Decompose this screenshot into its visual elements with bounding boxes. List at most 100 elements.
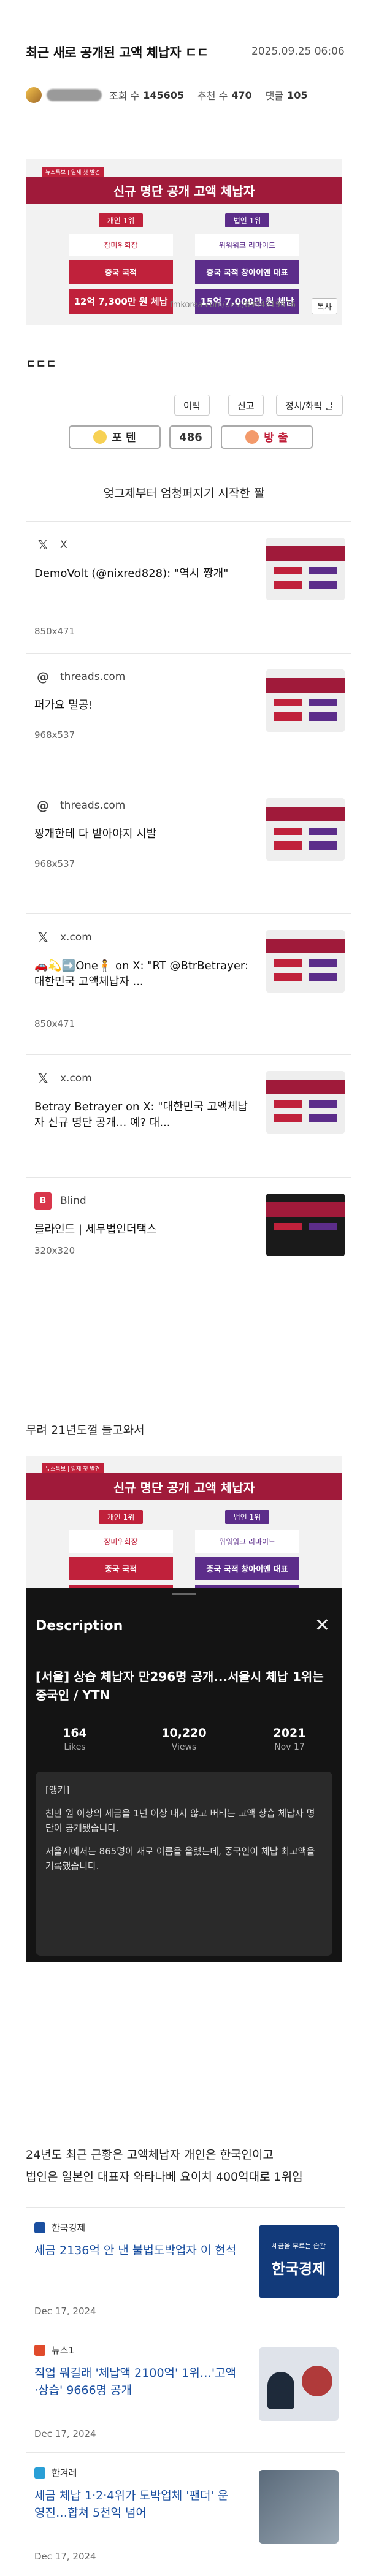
news-date: Dec 17, 2024 (34, 2306, 96, 2317)
banner-headline: 신규 명단 공개 고액 체납자 (26, 177, 342, 204)
card-title: DemoVolt (@nixred828): "역시 짱개" (34, 567, 229, 580)
card-thumbnail (266, 538, 345, 600)
close-icon[interactable]: ✕ (315, 1615, 330, 1636)
corporate-column: 법인 1위 위워워크 리마이드 중국 국적 창아이엔 대표 15억 7,000만… (195, 1510, 299, 1588)
card-site: threads.com (60, 799, 126, 812)
link-card[interactable]: @ threads.com 짱개한테 다 받아야지 시발 968x537 (26, 782, 351, 913)
card-thumbnail (266, 669, 345, 732)
x-logo-icon: 𝕏 (37, 1071, 48, 1086)
card-thumbnail (266, 798, 345, 861)
news-card[interactable]: 한국경제 세금 2136억 안 낸 불법도박업자 이 현석 Dec 17, 20… (26, 2207, 345, 2330)
card-meta: 320x320 (34, 1245, 75, 1256)
tax-banner-image[interactable]: 뉴스특보 | 일제 첫 발견 신규 명단 공개 고액 체납자 개인 1위 장미위… (26, 159, 342, 325)
link-card[interactable]: 𝕏X DemoVolt (@nixred828): "역시 짱개" 850x47… (26, 521, 351, 653)
views-stat: 10,220 Views (141, 1726, 227, 1752)
card-title: 퍼가요 멸공! (34, 699, 93, 712)
year: 2021 (273, 1726, 306, 1740)
downvote-label: 방 출 (264, 432, 288, 444)
debtor-name: 장미위회장 (69, 234, 173, 256)
threads-logo-icon: @ (37, 798, 49, 813)
x-logo-icon: 𝕏 (37, 930, 48, 945)
debtor-nation: 중국 국적 창아이엔 대표 (195, 260, 299, 284)
banner-tag: 뉴스특보 | 일제 첫 발견 (42, 1463, 104, 1474)
drag-handle[interactable] (172, 1593, 196, 1595)
news-date: Dec 17, 2024 (34, 2428, 96, 2439)
comments-count: 105 (287, 89, 308, 101)
corporate-column: 법인 1위 위워워크 리마이드 중국 국적 창아이엔 대표 15억 7,000만… (195, 213, 299, 314)
news-card[interactable]: 한겨레 세금 체납 1·2·4위가 도박업체 '팬더' 운영진…합쳐 5천억 넘… (26, 2452, 345, 2575)
angry-icon (245, 430, 259, 444)
news-thumbnail (259, 2470, 339, 2544)
x-logo-icon: 𝕏 (37, 538, 48, 552)
author-avatar[interactable] (26, 87, 42, 103)
blind-logo-icon: B (34, 1192, 52, 1210)
card-site: x.com (60, 931, 92, 943)
link-card[interactable]: @ threads.com 퍼가요 멸공! 968x537 (26, 653, 351, 782)
card-title: 🚗💫➡️One🧍 on X: "RT @BtrBetrayer: 대한민국 고액… (34, 959, 249, 988)
debtor-amount: 12억 7,300만 원 체납 (69, 289, 173, 314)
banner-headline: 신규 명단 공개 고액 체납자 (26, 1473, 342, 1500)
smile-icon (93, 430, 107, 444)
source-url[interactable]: fmkorea.com/best/8954919676 (170, 300, 296, 310)
rank-badge: 법인 1위 (224, 213, 270, 227)
report-button[interactable]: 신고 (228, 395, 264, 416)
link-card[interactable]: B Blind 블라인드 | 세무법인더택스 320x320 (26, 1177, 351, 1300)
debtor-nation: 중국 국적 (69, 260, 173, 284)
likes-count: 470 (231, 89, 252, 101)
upvote-button[interactable]: 포 텐 (69, 425, 161, 449)
section-heading: 엊그제부터 엄청퍼지기 시작한 짤 (103, 487, 265, 500)
news-date: Dec 17, 2024 (34, 2551, 96, 2562)
history-button[interactable]: 이력 (174, 395, 210, 416)
hankyung-logo-icon (34, 2222, 45, 2233)
desc-line: 천만 원 이상의 세금을 1년 이상 내지 않고 버티는 고액 상습 체납자 명… (45, 1808, 315, 1834)
video-description-panel: Description ✕ [서울] 상습 체납자 만296명 공개...서울시… (26, 1588, 342, 1962)
category-button[interactable]: 정치/화력 글 (276, 395, 343, 416)
threads-logo-icon: @ (37, 669, 49, 684)
card-title: 블라인드 | 세무법인더택스 (34, 1223, 157, 1236)
views-count: 145605 (143, 89, 185, 101)
hani-logo-icon (34, 2467, 45, 2479)
card-site: x.com (60, 1072, 92, 1084)
news-title: 세금 체납 1·2·4위가 도박업체 '팬더' 운영진…합쳐 5천억 넘어 (34, 2489, 229, 2520)
news1-logo-icon (34, 2344, 45, 2356)
debtor-name: 위워워크 리마이드 (195, 1530, 299, 1553)
card-title: Betray Betrayer on X: "대한민국 고액체납자 신규 명단 … (34, 1100, 248, 1129)
tax-banner-image-2[interactable]: 뉴스특보 | 일제 첫 발견 신규 명단 공개 고액 체납자 개인 1위 장미위… (26, 1456, 342, 1588)
thumb-logo-text: 한국경제 (271, 2260, 326, 2277)
card-meta: 850x471 (34, 626, 75, 637)
debtor-nation: 중국 국적 (69, 1557, 173, 1580)
body-text: 무려 21년도껄 들고와서 (26, 1423, 145, 1437)
debtor-name: 위워워크 리마이드 (195, 234, 299, 256)
panel-title: Description (36, 1618, 123, 1634)
views-count: 10,220 (161, 1726, 207, 1740)
card-meta: 850x471 (34, 1018, 75, 1029)
post-date: 2025.09.25 06:06 (251, 45, 345, 58)
desc-line: 서울시에서는 865명이 새로 이름을 올렸는데, 중국인이 체납 최고액을 기… (45, 1846, 315, 1872)
likes-label: Likes (64, 1742, 86, 1752)
link-card[interactable]: 𝕏x.com 🚗💫➡️One🧍 on X: "RT @BtrBetrayer: … (26, 913, 351, 1054)
card-meta: 968x537 (34, 730, 75, 741)
body-text: 법인은 일본인 대표자 와타나베 요이치 400억대로 1위임 (26, 2170, 303, 2184)
debtor-name: 장미위회장 (69, 1530, 173, 1553)
card-site: threads.com (60, 671, 126, 683)
rank-badge: 개인 1위 (98, 213, 144, 227)
likes-label: 추천 수 (197, 90, 228, 102)
copy-button[interactable]: 복사 (312, 298, 337, 314)
individual-column: 개인 1위 장미위회장 중국 국적 12억 7,300만 원 체납 (69, 1510, 173, 1588)
card-site: X (60, 539, 67, 551)
card-thumbnail (266, 930, 345, 993)
downvote-button[interactable]: 방 출 (221, 425, 313, 449)
link-card[interactable]: 𝕏x.com Betray Betrayer on X: "대한민국 고액체납자… (26, 1054, 351, 1177)
description-box: [앵커] 천만 원 이상의 세금을 1년 이상 내지 않고 버티는 고액 상습 … (36, 1772, 332, 1956)
date: Nov 17 (274, 1742, 305, 1752)
card-meta: 968x537 (34, 858, 75, 869)
news-card[interactable]: 뉴스1 직업 뭐길래 '체납액 2100억' 1위…'고액·상습' 9666명 … (26, 2330, 345, 2452)
author-row: 조회 수 145605 추천 수 470 댓글 105 (26, 86, 321, 104)
rank-badge: 개인 1위 (98, 1510, 144, 1524)
news-source: 한국경제 (52, 2222, 86, 2233)
reaction-text: ㄷㄷㄷ (26, 358, 56, 371)
author-name-blurred[interactable] (47, 89, 102, 101)
comments-label: 댓글 (265, 90, 284, 102)
views-label: Views (171, 1742, 197, 1752)
vote-count: 486 (169, 425, 212, 449)
